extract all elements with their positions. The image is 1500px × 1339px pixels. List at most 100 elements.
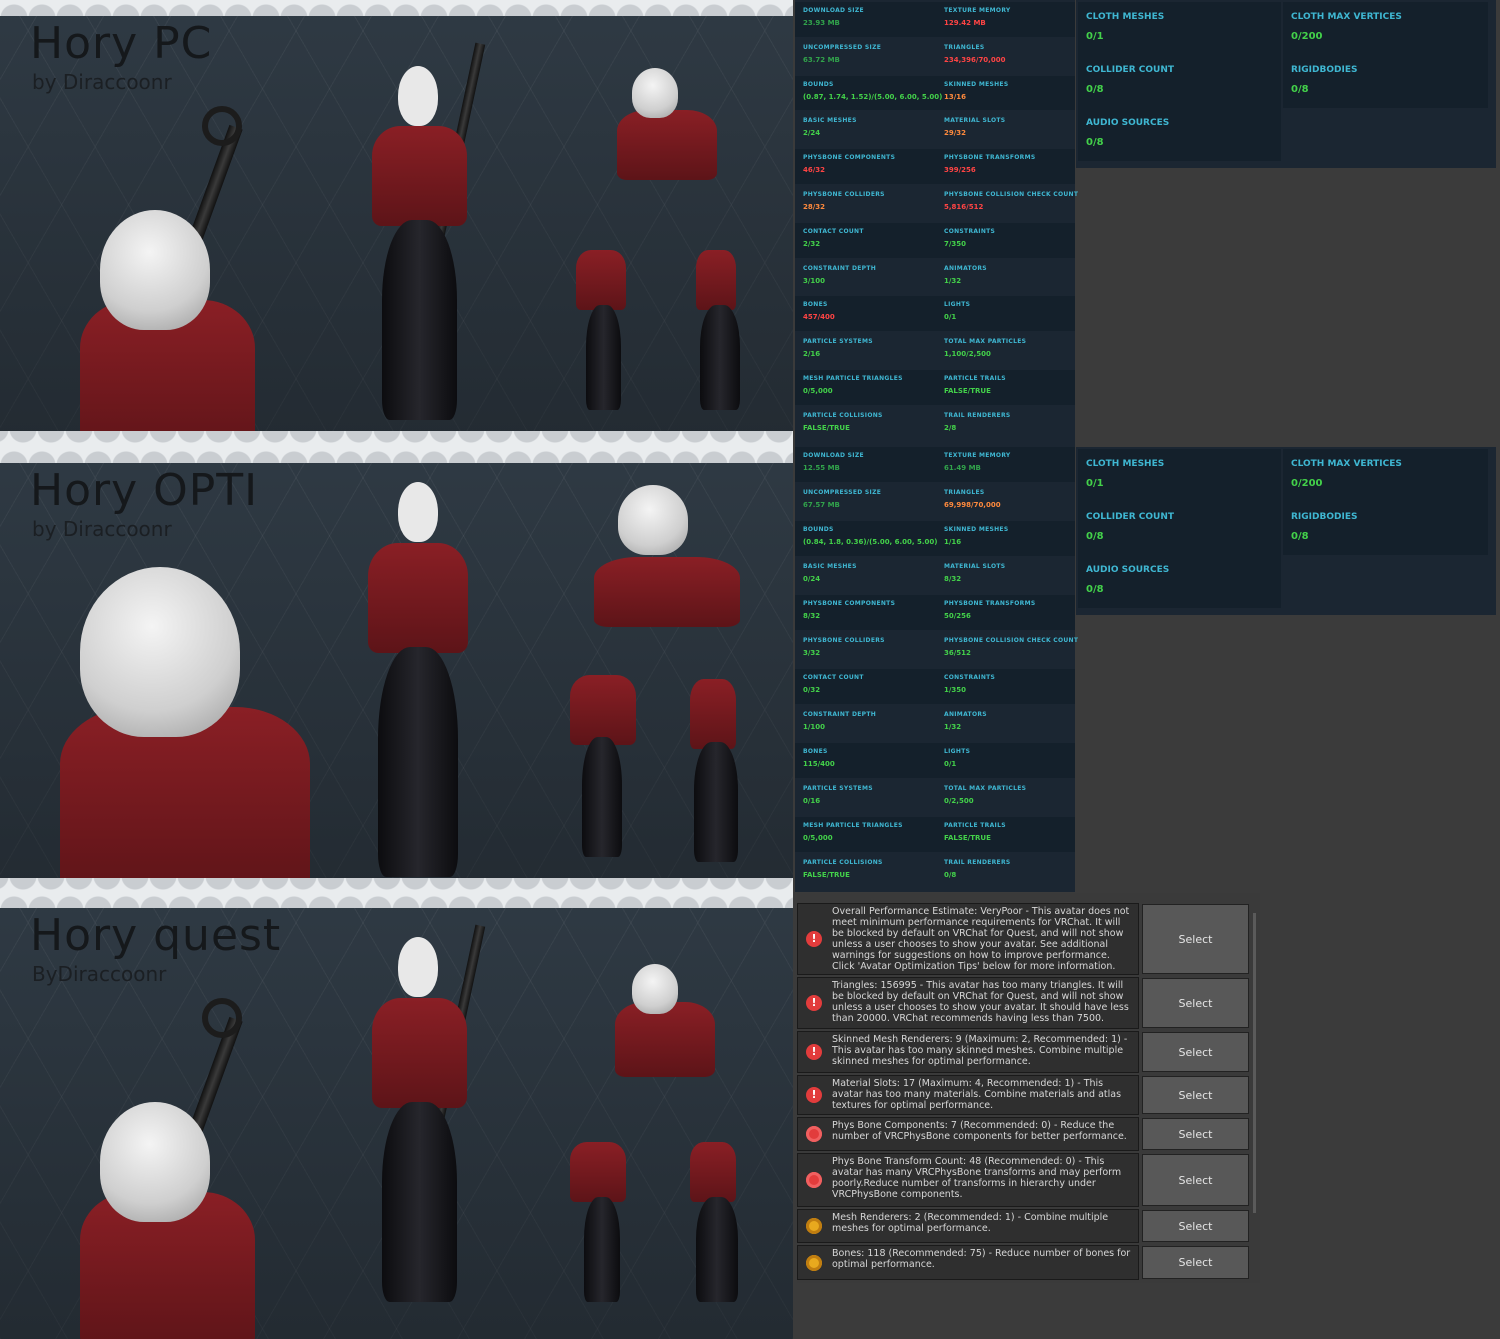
stat-label: PHYSBONE COLLIDERS [803,637,885,644]
stat-label: ANIMATORS [944,711,987,718]
stat-value: (0.87, 1.74, 1.52)/(5.00, 6.00, 5.00) [803,92,943,101]
stat-value: 28/32 [803,203,826,211]
extra-stat-cell: CLOTH MAX VERTICES 0/200 [1283,2,1488,55]
extra-stat-cell: CLOTH MESHES 0/1 [1078,2,1281,55]
stat-cell: BOUNDS (0.87, 1.74, 1.52)/(5.00, 6.00, 5.… [795,76,942,113]
stat-cell: UNCOMPRESSED SIZE 63.72 MB [795,39,935,76]
extra-stat-cell: COLLIDER COUNT 0/8 [1078,502,1281,555]
extra-stat-cell: CLOTH MAX VERTICES 0/200 [1283,449,1488,502]
stat-value: 67.57 MB [803,501,840,509]
stat-label: PHYSBONE COLLISION CHECK COUNT [944,191,1079,198]
stat-value: 0/32 [803,686,821,694]
stat-value: FALSE/TRUE [803,871,850,879]
stat-value: 234,396/70,000 [944,55,1006,64]
stat-label: SKINNED MESHES [944,80,1009,88]
stat-cell: CONSTRAINT DEPTH 1/100 [795,706,935,743]
character-legs-image [378,647,458,877]
stat-value: 0/2,500 [944,797,974,805]
warning-text: Material Slots: 17 (Maximum: 4, Recommen… [832,1078,1122,1111]
character-hair-image [618,485,688,555]
stat-label: CLOTH MAX VERTICES [1291,12,1402,22]
avatar-preview-opti: Hory OPTI by Diraccoonr [0,447,793,894]
stat-label: RIGIDBODIES [1291,512,1358,522]
stat-cell: UNCOMPRESSED SIZE 67.57 MB [795,484,935,521]
stat-value: 8/32 [944,575,962,583]
stat-label: DOWNLOAD SIZE [803,7,864,14]
character-legs-image [700,305,740,410]
select-button[interactable]: Select [1142,1076,1249,1114]
select-button[interactable]: Select [1142,1118,1249,1150]
stat-cell: TEXTURE MEMORY 129.42 MB [936,2,1076,39]
stat-cell: PHYSBONE COLLIDERS 28/32 [795,186,935,223]
stat-label: CONTACT COUNT [803,227,864,235]
stat-value: 5,816/512 [944,203,984,211]
stat-cell: PARTICLE COLLISIONS FALSE/TRUE [795,407,935,444]
stat-cell: PARTICLE SYSTEMS 0/16 [795,780,935,817]
stat-label: TRIANGLES [944,43,985,51]
stat-cell: TOTAL MAX PARTICLES 0/2,500 [936,780,1076,817]
stat-value: 115/400 [803,760,835,768]
stat-value: 457/400 [803,313,835,322]
warning-text: Overall Performance Estimate: VeryPoor -… [832,906,1130,972]
character-torso-image [617,110,717,180]
select-button[interactable]: Select [1142,1032,1249,1072]
stat-value: 0/8 [1086,584,1104,595]
extra-stat-cell: COLLIDER COUNT 0/8 [1078,55,1281,108]
stat-label: PHYSBONE COLLIDERS [803,191,885,198]
stat-value: 0/8 [1086,84,1104,95]
stat-label: BASIC MESHES [803,117,857,125]
character-torso-image [576,250,626,310]
select-button[interactable]: Select [1142,1210,1249,1242]
stat-label: COLLIDER COUNT [1086,512,1174,522]
stat-cell: MATERIAL SLOTS 8/32 [936,558,1076,595]
stat-cell: LIGHTS 0/1 [936,296,1076,333]
stat-label: DOWNLOAD SIZE [803,452,864,459]
select-button[interactable]: Select [1142,904,1249,974]
panel-title: Hory OPTI [30,465,259,516]
stat-value: 2/8 [944,423,957,432]
stat-cell: BONES 115/400 [795,743,935,780]
select-button[interactable]: Select [1142,1154,1249,1206]
warning-row: Bones: 118 (Recommended: 75) - Reduce nu… [797,1245,1139,1280]
stat-value: 3/100 [803,276,826,285]
character-torso-image [372,126,467,226]
stat-label: CONSTRAINT DEPTH [803,711,877,718]
stat-label: CLOTH MESHES [1086,459,1165,469]
avatar-preview-quest: Hory quest ByDiraccoonr [0,892,793,1339]
stat-label: TEXTURE MEMORY [944,452,1011,459]
stat-value: 63.72 MB [803,55,840,64]
character-mask-image [398,937,438,997]
character-torso-image [372,998,467,1108]
error-icon: ! [806,995,822,1011]
extra-stat-cell: AUDIO SOURCES 0/8 [1078,108,1281,161]
warning-row: ! Skinned Mesh Renderers: 9 (Maximum: 2, … [797,1031,1139,1073]
select-button[interactable]: Select [1142,1246,1249,1279]
stat-cell: TOTAL MAX PARTICLES 1,100/2,500 [936,333,1076,370]
stat-label: CONSTRAINT DEPTH [803,264,877,272]
stat-label: BOUNDS [803,80,834,88]
stat-label: PHYSBONE TRANSFORMS [944,154,1036,162]
stat-label: COLLIDER COUNT [1086,65,1174,75]
stat-cell: PHYSBONE COLLISION CHECK COUNT 36/512 [936,632,1078,669]
select-button[interactable]: Select [1142,978,1249,1028]
stat-cell: PHYSBONE COMPONENTS 8/32 [795,595,935,632]
character-torso-image [594,557,740,627]
stat-cell: PARTICLE COLLISIONS FALSE/TRUE [795,854,935,891]
stat-label: TRAIL RENDERERS [944,859,1011,866]
scallop-border-top [0,892,793,908]
stat-cell: PARTICLE TRAILS FALSE/TRUE [936,370,1076,407]
character-hair-image [100,210,210,330]
stat-cell: PHYSBONE TRANSFORMS 399/256 [936,149,1076,186]
stat-cell: TRAIL RENDERERS 0/8 [936,854,1076,891]
panel-subtitle: by Diraccoonr [32,517,172,541]
warning-row: Phys Bone Transform Count: 48 (Recommend… [797,1153,1139,1207]
stat-label: CLOTH MAX VERTICES [1291,459,1402,469]
stat-value: 36/512 [944,649,971,657]
character-torso-image [368,543,468,653]
stat-cell: BASIC MESHES 0/24 [795,558,935,595]
stat-cell: LIGHTS 0/1 [936,743,1076,780]
scrollbar[interactable] [1253,913,1256,1213]
stat-value: 2/16 [803,350,821,359]
stat-cell: BONES 457/400 [795,296,935,333]
stat-value: 8/32 [803,612,821,620]
